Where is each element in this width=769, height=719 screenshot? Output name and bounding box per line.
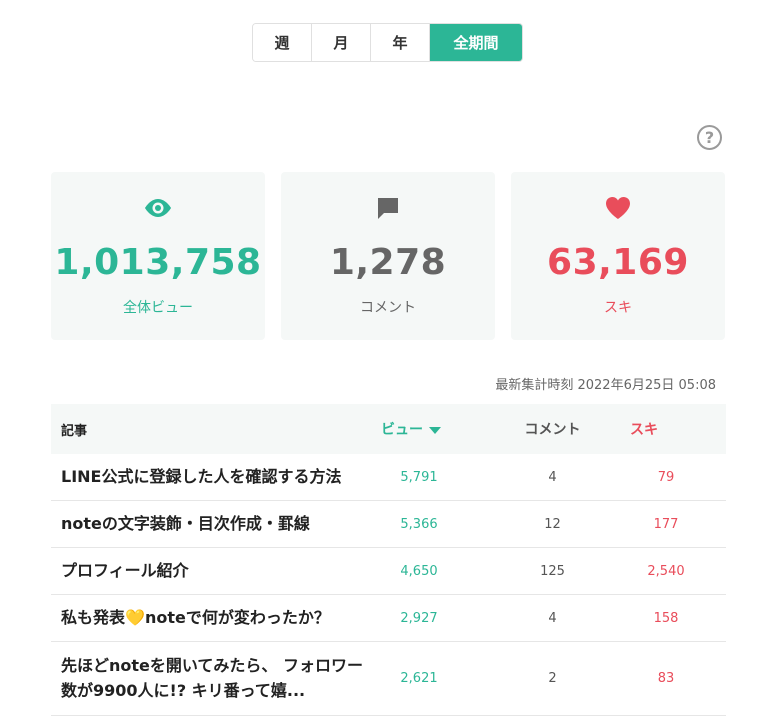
comment-icon — [375, 194, 401, 222]
tab-week[interactable]: 週 — [253, 24, 312, 61]
sort-down-icon — [429, 426, 441, 434]
article-comments: 2 — [548, 671, 557, 686]
likes-total: 63,169 — [547, 242, 689, 283]
last-updated-timestamp: 最新集計時刻 2022年6月25日 05:08 — [495, 378, 716, 393]
article-likes: 79 — [657, 469, 675, 485]
articles-table: 記事 ビュー コメント スキ LINE公式に登録した人を確認する方法 5,791… — [51, 404, 726, 716]
period-tabs: 週 月 年 全期間 — [252, 23, 523, 62]
header-comments[interactable]: コメント — [491, 419, 606, 439]
article-views: 4,650 — [400, 563, 438, 579]
article-title[interactable]: 先ほどnoteを開いてみたら、 フォロワー数が9900人に!? キリ番って嬉..… — [51, 654, 381, 704]
comments-total: 1,278 — [329, 242, 447, 283]
table-header: 記事 ビュー コメント スキ — [51, 404, 726, 454]
article-comments: 12 — [544, 516, 561, 532]
table-row[interactable]: 先ほどnoteを開いてみたら、 フォロワー数が9900人に!? キリ番って嬉..… — [51, 642, 726, 716]
comments-label: コメント — [360, 300, 416, 316]
header-views-sort[interactable]: ビュー — [381, 419, 491, 439]
yellow-heart-icon: 💛 — [125, 607, 145, 627]
article-comments: 4 — [548, 610, 557, 626]
article-likes: 158 — [653, 610, 679, 626]
eye-icon — [143, 194, 173, 222]
article-views: 2,927 — [400, 610, 438, 626]
tab-month[interactable]: 月 — [312, 24, 371, 61]
comments-stat-card: 1,278 コメント — [281, 172, 495, 340]
tab-all-time[interactable]: 全期間 — [430, 24, 522, 61]
article-views: 5,791 — [400, 469, 438, 485]
article-title[interactable]: プロフィール紹介 — [51, 559, 381, 584]
article-views: 2,621 — [400, 671, 438, 686]
article-likes: 2,540 — [647, 563, 685, 579]
header-article: 記事 — [61, 423, 88, 439]
heart-icon — [604, 194, 632, 222]
header-likes[interactable]: スキ — [606, 419, 716, 439]
article-comments: 125 — [540, 563, 565, 579]
views-stat-card: 1,013,758 全体ビュー — [51, 172, 265, 340]
article-title-part: noteで何が変わったか？ — [144, 607, 330, 627]
likes-label: スキ — [604, 300, 632, 316]
article-title[interactable]: 私も発表💛noteで何が変わったか？ — [51, 606, 381, 631]
table-row[interactable]: プロフィール紹介 4,650 125 2,540 — [51, 548, 726, 595]
table-row[interactable]: noteの文字装飾・目次作成・罫線 5,366 12 177 — [51, 501, 726, 548]
article-title-part: 私も発表 — [61, 607, 126, 627]
table-row[interactable]: LINE公式に登録した人を確認する方法 5,791 4 79 — [51, 454, 726, 501]
article-comments: 4 — [548, 469, 557, 485]
table-row[interactable]: 私も発表💛noteで何が変わったか？ 2,927 4 158 — [51, 595, 726, 642]
article-likes: 83 — [657, 671, 675, 686]
help-icon[interactable]: ? — [697, 125, 722, 150]
views-total: 1,013,758 — [54, 242, 262, 283]
article-title[interactable]: noteの文字装飾・目次作成・罫線 — [51, 512, 381, 537]
article-likes: 177 — [653, 516, 679, 532]
views-label: 全体ビュー — [123, 300, 193, 316]
article-title[interactable]: LINE公式に登録した人を確認する方法 — [51, 465, 381, 490]
tab-year[interactable]: 年 — [371, 24, 430, 61]
article-views: 5,366 — [400, 516, 438, 532]
header-views-label: ビュー — [381, 422, 423, 438]
likes-stat-card: 63,169 スキ — [511, 172, 725, 340]
